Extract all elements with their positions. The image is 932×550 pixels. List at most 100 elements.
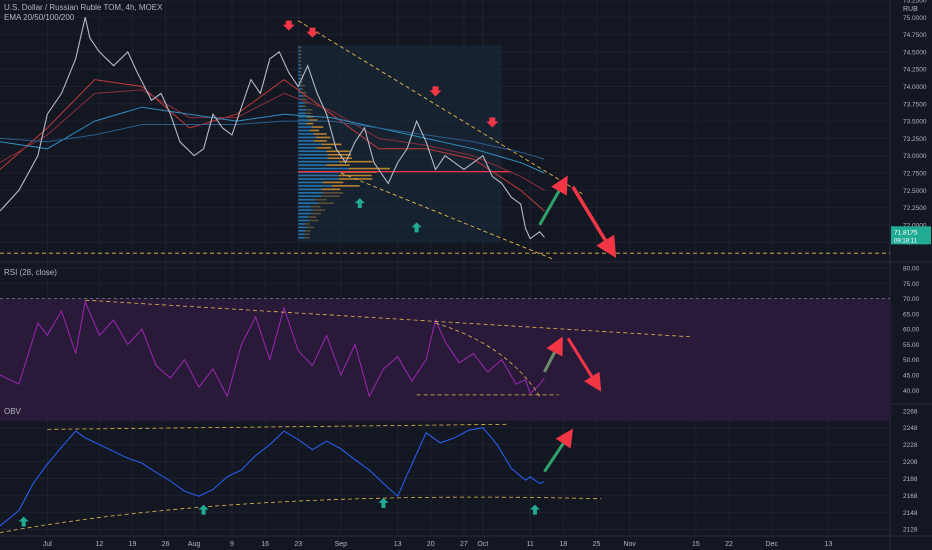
chart-svg[interactable]: Jul 12 19 26 Aug 9 16 23 Sep 13 20 27 Oct 11 18 25 Nov 15… xyxy=(0,0,932,550)
volume-profile-bar xyxy=(298,226,308,229)
ema-legend: EMA 20/50/100/200 xyxy=(4,13,75,22)
volume-profile-bar xyxy=(322,192,344,194)
x-tick-label: 19 xyxy=(129,541,137,548)
volume-profile-bar xyxy=(299,70,302,73)
volume-profile-bar xyxy=(298,70,300,73)
x-tick-label: 12 xyxy=(96,541,104,548)
volume-profile-bar xyxy=(311,126,324,128)
volume-profile-bar xyxy=(298,150,327,153)
rsi-tick-label: 80.00 xyxy=(903,266,920,273)
volume-profile-bar xyxy=(298,219,310,222)
rsi-tick-label: 40.00 xyxy=(903,388,920,395)
obv-buy-marker xyxy=(198,504,209,515)
chart-title: U.S. Dollar / Russian Ruble TOM, 4h, MOE… xyxy=(4,3,163,12)
volume-profile-bar xyxy=(317,202,334,204)
price-tick-label: 74.5000 xyxy=(903,49,927,56)
volume-profile-bar xyxy=(298,157,328,160)
volume-profile-bar xyxy=(298,64,300,66)
volume-profile-bar xyxy=(300,67,303,70)
x-tick-label: Aug xyxy=(188,541,201,548)
volume-profile-bar xyxy=(298,216,309,218)
obv-arrow-up xyxy=(543,428,574,473)
volume-profile-bar xyxy=(304,223,310,225)
volume-profile-bar xyxy=(299,53,302,56)
volume-profile-bar xyxy=(298,198,315,201)
obv-tick-label: 2268 xyxy=(903,408,918,415)
volume-profile-bar xyxy=(298,133,314,135)
volume-profile-bar xyxy=(298,129,310,132)
volume-profile-bar xyxy=(298,74,301,76)
rsi-band xyxy=(0,298,890,421)
currency-label: RUB xyxy=(903,6,918,13)
volume-profile-bar xyxy=(310,212,321,215)
volume-profile-bar xyxy=(315,136,331,139)
price-tick-label: 73.7500 xyxy=(903,101,927,108)
obv-tick-label: 2148 xyxy=(903,510,918,517)
x-tick-label: 18 xyxy=(559,541,567,548)
volume-profile-bar xyxy=(298,143,323,146)
volume-profile-bar xyxy=(298,95,303,97)
obv-trend-lower xyxy=(0,496,602,534)
volume-profile-bar xyxy=(298,105,303,108)
price-tick-label: 73.5000 xyxy=(903,119,927,126)
volume-profile-bar xyxy=(300,88,304,90)
volume-profile-bar xyxy=(306,108,313,111)
obv-buy-marker xyxy=(378,497,389,508)
x-tick-label: 15 xyxy=(692,541,700,548)
sell-marker-arrow xyxy=(282,20,295,31)
volume-profile-bar xyxy=(299,50,302,52)
x-tick-label: 23 xyxy=(294,541,302,548)
obv-line xyxy=(0,427,545,527)
volume-profile-bar xyxy=(298,126,312,128)
volume-profile-bar xyxy=(298,233,305,236)
chart-canvas[interactable]: Jul 12 19 26 Aug 9 16 23 Sep 13 20 27 Oct 11 18 25 Nov 15… xyxy=(0,0,932,550)
volume-profile-bar xyxy=(298,167,349,170)
volume-profile-bar xyxy=(299,60,302,63)
x-tick-label: Dec xyxy=(765,541,778,548)
price-tick-label: 74.2500 xyxy=(903,67,927,74)
x-tick-label: 22 xyxy=(725,541,733,548)
volume-profile-bar xyxy=(304,233,310,236)
volume-profile-bar xyxy=(348,167,391,170)
volume-profile-bar xyxy=(298,174,339,177)
volume-profile-bar xyxy=(298,160,340,163)
rsi-tick-label: 50.00 xyxy=(903,357,920,364)
sell-marker-arrow xyxy=(306,27,319,38)
rsi-tick-label: 75.00 xyxy=(903,281,920,288)
x-tick-label: 20 xyxy=(427,541,435,548)
obv-tick-label: 2208 xyxy=(903,459,918,466)
volume-profile-bar xyxy=(302,98,307,101)
volume-profile-bar xyxy=(298,88,301,90)
price-tick-label: 72.5000 xyxy=(903,188,927,195)
volume-profile-bar xyxy=(313,140,327,142)
x-tick-label: 13 xyxy=(825,541,833,548)
volume-profile-bar xyxy=(321,188,341,191)
x-tick-label: Jul xyxy=(43,541,52,548)
volume-profile-bar xyxy=(338,174,372,177)
volume-profile-bar xyxy=(307,226,315,229)
volume-profile-bar xyxy=(298,136,316,139)
x-tick-label: Sep xyxy=(335,541,348,548)
volume-profile-bar xyxy=(298,77,301,80)
volume-profile-bar xyxy=(298,185,333,187)
volume-profile-bar xyxy=(298,181,324,184)
volume-profile-bar xyxy=(316,147,332,149)
obv-buy-marker xyxy=(529,504,540,515)
rsi-tick-label: 55.00 xyxy=(903,342,920,349)
volume-profile-bar xyxy=(298,108,307,111)
volume-profile-bar xyxy=(298,102,305,104)
volume-profile-bar xyxy=(309,129,320,132)
x-tick-label: Oct xyxy=(477,541,488,548)
red-arrow-down xyxy=(571,185,617,259)
x-tick-label: 27 xyxy=(460,541,468,548)
obv-tick-label: 2228 xyxy=(903,442,918,449)
price-tick-label: 75.2500 xyxy=(903,0,927,5)
price-tick-label: 73.0000 xyxy=(903,153,927,160)
price-tick-label: 72.2500 xyxy=(903,205,927,212)
volume-profile-bar xyxy=(298,153,328,156)
price-tick-label: 74.7500 xyxy=(903,32,927,39)
x-tick-label: 16 xyxy=(261,541,269,548)
last-price-sublabel: 09:18:11 xyxy=(894,238,918,244)
volume-profile-bar xyxy=(323,181,344,184)
rsi-pane-title: RSI (28, close) xyxy=(4,268,57,277)
